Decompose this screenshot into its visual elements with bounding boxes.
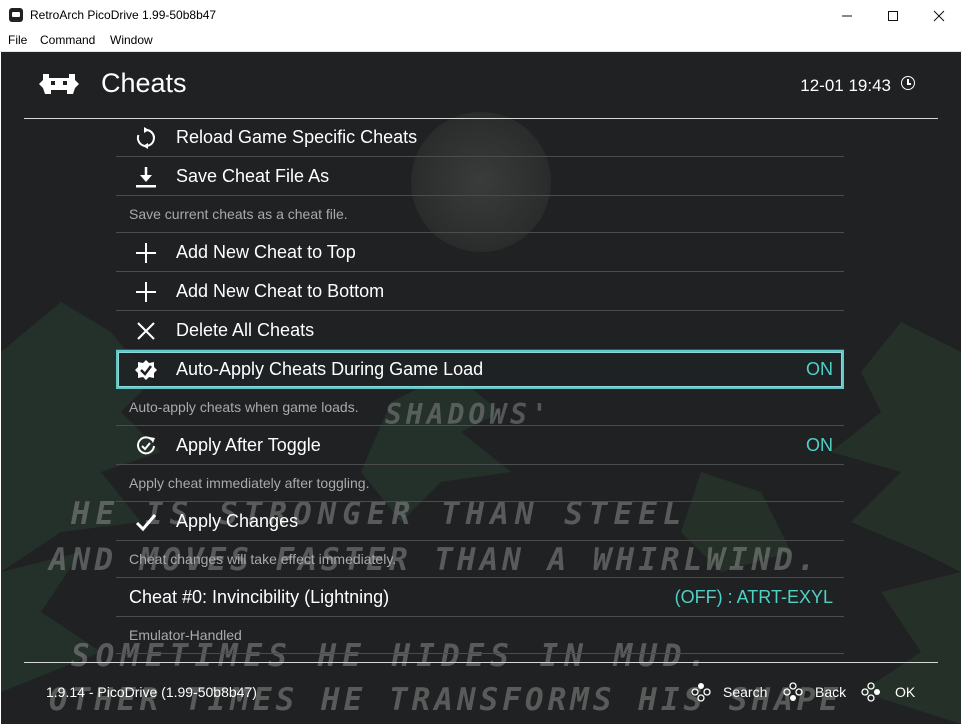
footer-divider xyxy=(24,662,938,663)
badge-check-icon xyxy=(135,360,157,380)
reload-icon xyxy=(136,127,155,149)
menu-item-add-cheat-bottom[interactable]: Add New Cheat to Bottom xyxy=(116,272,844,311)
gamepad-back-icon xyxy=(783,682,803,701)
menu-item-delete-all-cheats[interactable]: Delete All Cheats xyxy=(116,311,844,350)
title-bar: RetroArch PicoDrive 1.99-50b8b47 xyxy=(0,0,962,31)
menu-item-description: Cheat changes will take effect immediate… xyxy=(116,541,844,578)
menu-item-label: Apply After Toggle xyxy=(176,435,321,455)
menu-item-apply-after-toggle[interactable]: Apply After Toggle ON xyxy=(116,426,844,465)
menu-item-label: Save Cheat File As xyxy=(176,166,330,186)
gamepad-search-icon xyxy=(691,683,711,702)
plus-icon xyxy=(136,243,156,263)
description-text: Apply cheat immediately after toggling. xyxy=(129,475,370,491)
menu-bar: File Command Window xyxy=(0,31,962,52)
description-text: Cheat changes will take effect immediate… xyxy=(129,551,397,567)
toggle-refresh-icon xyxy=(137,436,155,455)
close-button[interactable] xyxy=(916,0,962,31)
cheats-menu-list: Reload Game Specific Cheats Save Cheat F… xyxy=(116,118,844,654)
menu-item-label: Add New Cheat to Top xyxy=(176,242,356,262)
version-label: 1.9.14 - PicoDrive (1.99-50b8b47) xyxy=(46,684,257,700)
menu-window[interactable]: Window xyxy=(110,33,153,47)
cheat-status-value: (OFF) : ATRT-EXYL xyxy=(674,587,833,607)
description-text: Emulator-Handled xyxy=(129,627,242,643)
menu-item-label: Delete All Cheats xyxy=(176,320,315,340)
menu-command[interactable]: Command xyxy=(40,33,95,47)
clock-icon xyxy=(901,76,915,90)
plus-icon xyxy=(136,282,156,302)
menu-item-label: Auto-Apply Cheats During Game Load xyxy=(176,359,484,379)
back-hint[interactable]: Back xyxy=(815,684,846,700)
close-icon xyxy=(933,10,945,22)
checkmark-icon xyxy=(135,514,157,532)
close-icon xyxy=(137,322,155,340)
menu-item-description: Apply cheat immediately after toggling. xyxy=(116,465,844,502)
maximize-button[interactable] xyxy=(870,0,916,31)
menu-item-add-cheat-top[interactable]: Add New Cheat to Top xyxy=(116,233,844,272)
menu-item-label: Add New Cheat to Bottom xyxy=(176,281,385,301)
description-text: Save current cheats as a cheat file. xyxy=(129,206,348,222)
minimize-icon xyxy=(842,15,852,17)
maximize-icon xyxy=(888,11,898,22)
clock-readout: 12-01 19:43 xyxy=(800,76,891,95)
window-title: RetroArch PicoDrive 1.99-50b8b47 xyxy=(30,8,217,22)
retroarch-app-icon xyxy=(9,8,23,22)
toggle-value: ON xyxy=(806,435,833,455)
menu-item-apply-changes[interactable]: Apply Changes xyxy=(116,502,844,541)
menu-item-reload-cheats[interactable]: Reload Game Specific Cheats xyxy=(116,118,844,157)
ok-hint[interactable]: OK xyxy=(895,684,915,700)
menu-item-auto-apply-cheats[interactable]: Auto-Apply Cheats During Game Load ON xyxy=(116,350,844,389)
menu-item-description: Emulator-Handled xyxy=(116,617,844,654)
minimize-button[interactable] xyxy=(824,0,870,31)
menu-item-label: Apply Changes xyxy=(176,511,299,531)
toggle-value: ON xyxy=(806,359,833,379)
menu-item-label: Cheat #0: Invincibility (Lightning) xyxy=(129,587,390,607)
search-hint[interactable]: Search xyxy=(723,684,767,700)
description-text: Auto-apply cheats when game loads. xyxy=(129,399,359,415)
menu-file[interactable]: File xyxy=(8,33,27,47)
menu-item-label: Reload Game Specific Cheats xyxy=(176,127,418,147)
retroarch-logo-icon xyxy=(39,74,79,94)
retroarch-viewport: SHADOWS' HE IS STRONGER THAN STEEL AND M… xyxy=(1,52,961,724)
menu-item-description: Save current cheats as a cheat file. xyxy=(116,196,844,233)
menu-item-save-cheat-file[interactable]: Save Cheat File As xyxy=(116,157,844,196)
gamepad-ok-icon xyxy=(861,682,880,702)
download-icon xyxy=(136,167,156,188)
page-title: Cheats xyxy=(101,68,187,98)
menu-item-cheat-0[interactable]: Cheat #0: Invincibility (Lightning) (OFF… xyxy=(116,578,844,617)
menu-item-description: Auto-apply cheats when game loads. xyxy=(116,389,844,426)
